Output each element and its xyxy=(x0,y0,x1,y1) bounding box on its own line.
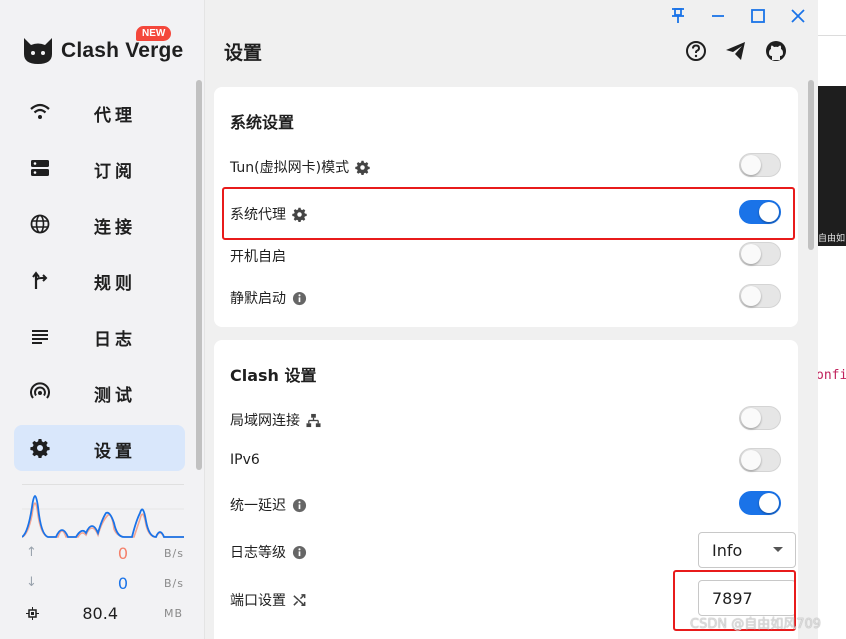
sidebar-item-label: 规则 xyxy=(94,274,136,294)
minimize-icon[interactable] xyxy=(708,6,728,26)
card-title: 系统设置 xyxy=(230,113,295,132)
main-scrollbar[interactable] xyxy=(808,80,814,250)
page-title: 设置 xyxy=(224,42,263,64)
silent-start-toggle[interactable] xyxy=(739,284,781,308)
setting-label: 开机自启 xyxy=(230,249,286,265)
toggle-knob xyxy=(741,244,761,264)
toggle-knob xyxy=(759,493,779,513)
new-badge: NEW xyxy=(136,26,172,41)
clash-verge-window: Clash Verge NEW 代理 订阅 连接 规则 日志 测试 设置 ↑ 0… xyxy=(0,0,818,639)
gear-icon[interactable] xyxy=(355,160,370,175)
window-controls xyxy=(668,6,814,26)
sidebar-item-label: 代理 xyxy=(94,106,136,126)
toggle-knob xyxy=(741,450,761,470)
gear-icon xyxy=(30,439,50,458)
card-title: Clash 设置 xyxy=(230,366,317,385)
close-icon[interactable] xyxy=(788,6,808,26)
upload-speed: ↑ 0 B/s xyxy=(22,544,184,564)
setting-label: Tun(虚拟网卡)模式 xyxy=(230,160,350,176)
setting-row-auto-launch: 开机自启 xyxy=(230,240,782,270)
shuffle-icon[interactable] xyxy=(292,593,307,608)
setting-row-silent-start: 静默启动 xyxy=(230,282,782,312)
fork-icon xyxy=(32,271,48,289)
memory-unit: MB xyxy=(164,607,184,620)
watermark: CSDN @自由如风709 xyxy=(690,617,822,632)
setting-label: 统一延迟 xyxy=(230,498,286,514)
github-icon[interactable] xyxy=(765,40,787,62)
download-speed: ↓ 0 B/s xyxy=(22,574,184,594)
sidebar: Clash Verge NEW 代理 订阅 连接 规则 日志 测试 设置 ↑ 0… xyxy=(0,0,205,639)
sidebar-item-logs[interactable]: 日志 xyxy=(14,313,185,359)
toggle-knob xyxy=(741,286,761,306)
setting-row-ipv6: IPv6 xyxy=(230,446,782,476)
memory-usage: 80.4 MB xyxy=(22,604,184,624)
background-dark-panel xyxy=(818,86,846,246)
wifi-icon xyxy=(30,103,50,119)
ipv6-toggle[interactable] xyxy=(739,448,781,472)
auto-launch-toggle[interactable] xyxy=(739,242,781,266)
setting-row-log-level: 日志等级 Info xyxy=(230,532,796,568)
radar-icon xyxy=(30,382,50,399)
help-icon[interactable] xyxy=(685,40,707,62)
allow-lan-toggle[interactable] xyxy=(739,406,781,430)
sidebar-item-proxy[interactable]: 代理 xyxy=(14,89,185,135)
setting-row-allow-lan: 局域网连接 xyxy=(230,404,782,434)
sidebar-item-label: 连接 xyxy=(94,218,136,238)
toggle-knob xyxy=(741,155,761,175)
setting-label: 静默启动 xyxy=(230,291,286,307)
sidebar-item-test[interactable]: 测试 xyxy=(14,369,185,415)
sidebar-item-label: 订阅 xyxy=(94,162,136,182)
app-name: Clash Verge xyxy=(61,39,184,62)
globe-icon xyxy=(30,214,50,234)
sidebar-scrollbar[interactable] xyxy=(196,80,202,470)
log-level-value: Info xyxy=(712,541,743,560)
background-divider xyxy=(818,35,846,36)
setting-label: 日志等级 xyxy=(230,545,286,561)
sidebar-item-rules[interactable]: 规则 xyxy=(14,257,185,303)
info-icon[interactable] xyxy=(292,498,307,513)
sidebar-item-label: 日志 xyxy=(94,330,136,350)
sidebar-item-label: 测试 xyxy=(94,386,136,406)
upload-unit: B/s xyxy=(164,547,184,560)
setting-row-tun-mode: Tun(虚拟网卡)模式 xyxy=(230,151,782,181)
list-icon xyxy=(32,330,48,344)
upload-value: 0 xyxy=(117,544,128,563)
tun-mode-toggle[interactable] xyxy=(739,153,781,177)
setting-label: IPv6 xyxy=(230,452,260,468)
background-snippet-text: 自由如 xyxy=(818,234,846,244)
info-icon[interactable] xyxy=(292,291,307,306)
arrow-down-icon: ↓ xyxy=(26,575,37,590)
sidebar-item-label: 设置 xyxy=(94,442,136,462)
background-code-text: onfi xyxy=(816,368,846,383)
highlight-system-proxy xyxy=(222,187,795,240)
dns-icon xyxy=(31,160,49,176)
sidebar-item-settings[interactable]: 设置 xyxy=(14,425,185,471)
memory-value: 80.4 xyxy=(82,604,118,623)
cat-logo-icon xyxy=(24,38,52,64)
sidebar-item-subscription[interactable]: 订阅 xyxy=(14,145,185,191)
arrow-up-icon: ↑ xyxy=(26,545,37,560)
telegram-icon[interactable] xyxy=(725,40,747,62)
pin-icon[interactable] xyxy=(668,6,688,26)
sidebar-item-connections[interactable]: 连接 xyxy=(14,201,185,247)
setting-label: 端口设置 xyxy=(230,593,286,609)
info-icon[interactable] xyxy=(292,545,307,560)
download-value: 0 xyxy=(117,574,128,593)
setting-row-unified-delay: 统一延迟 xyxy=(230,489,782,519)
memory-icon xyxy=(26,607,39,620)
traffic-graph xyxy=(22,484,184,538)
maximize-icon[interactable] xyxy=(748,6,768,26)
network-icon[interactable] xyxy=(306,413,321,428)
download-unit: B/s xyxy=(164,577,184,590)
setting-label: 局域网连接 xyxy=(230,413,300,429)
toggle-knob xyxy=(741,408,761,428)
unified-delay-toggle[interactable] xyxy=(739,491,781,515)
log-level-select[interactable]: Info xyxy=(698,532,796,568)
chevron-down-icon xyxy=(773,547,783,552)
